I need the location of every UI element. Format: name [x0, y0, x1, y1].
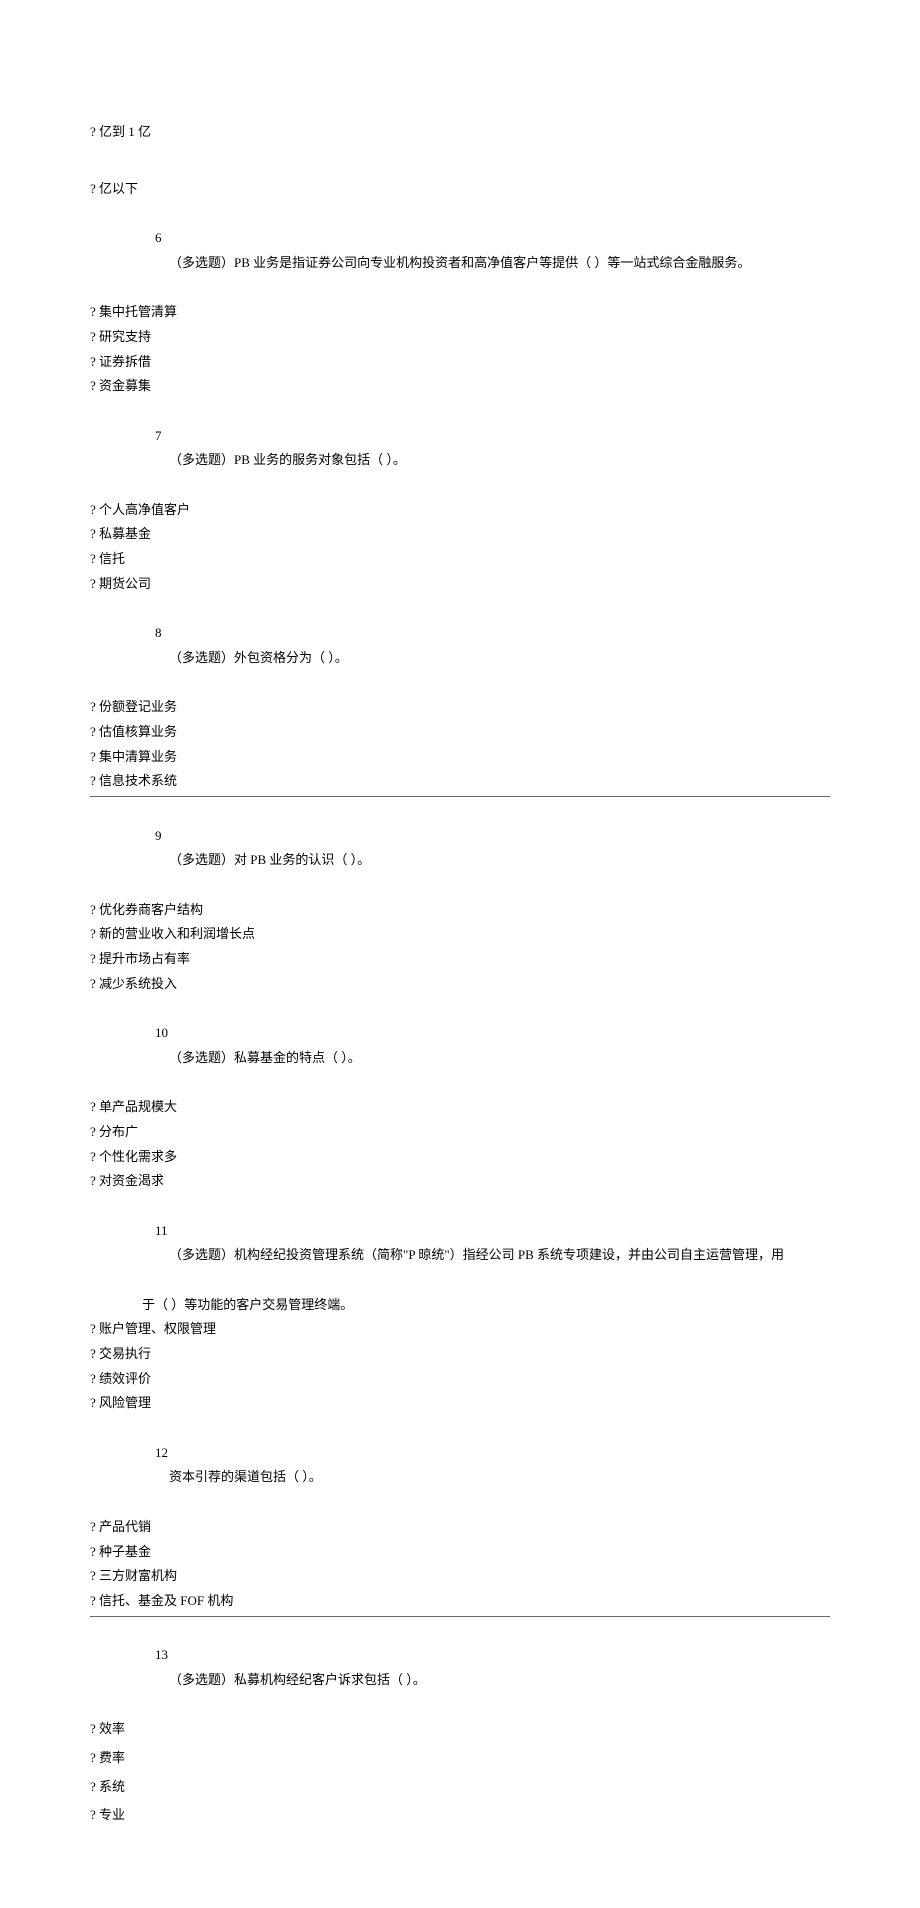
option: ? 新的营业收入和利润增长点: [90, 922, 830, 947]
option: ? 专业: [90, 1803, 830, 1828]
option: ? 费率: [90, 1746, 830, 1771]
option: ? 集中托管清算: [90, 300, 830, 325]
question-tag: （多选题）: [169, 1247, 234, 1262]
pre-option: ? 亿以下: [90, 177, 830, 202]
question-number: 13: [155, 1643, 175, 1668]
question-tag: （多选题）: [169, 452, 234, 467]
question-header: 13 （多选题）私募机构经纪客户诉求包括（ ）。: [90, 1619, 830, 1718]
question-header: 9 （多选题）对 PB 业务的认识（ ）。: [90, 799, 830, 898]
option: ? 信托、基金及 FOF 机构: [90, 1589, 830, 1614]
question-number: 6: [155, 226, 175, 251]
option: ? 研究支持: [90, 325, 830, 350]
question-number: 9: [155, 824, 175, 849]
option: ? 产品代销: [90, 1515, 830, 1540]
option: ? 分布广: [90, 1120, 830, 1145]
option: ? 优化券商客户结构: [90, 898, 830, 923]
option: ? 份额登记业务: [90, 695, 830, 720]
question-number: 11: [155, 1219, 175, 1244]
question-text-cont: 于（ ）等功能的客户交易管理终端。: [90, 1293, 830, 1318]
question-number: 10: [155, 1021, 175, 1046]
question-tag: （多选题）: [169, 255, 234, 270]
option: ? 证券拆借: [90, 350, 830, 375]
question-text: 私募基金的特点（ ）。: [234, 1050, 361, 1065]
option: ? 减少系统投入: [90, 972, 830, 997]
question-number: 8: [155, 621, 175, 646]
option: ? 风险管理: [90, 1391, 830, 1416]
option: ? 个性化需求多: [90, 1145, 830, 1170]
question-tag: （多选题）: [169, 852, 234, 867]
question-text: PB 业务的服务对象包括（ ）。: [234, 452, 406, 467]
question-text: PB 业务是指证券公司向专业机构投资者和高净值客户等提供（ ）等一站式综合金融服…: [234, 255, 750, 270]
question-header: 12 资本引荐的渠道包括（ ）。: [90, 1416, 830, 1515]
question-header: 7 （多选题）PB 业务的服务对象包括（ ）。: [90, 399, 830, 498]
option: ? 单产品规模大: [90, 1095, 830, 1120]
option: ? 个人高净值客户: [90, 498, 830, 523]
question-header: 8 （多选题）外包资格分为（ ）。: [90, 596, 830, 695]
option: ? 系统: [90, 1775, 830, 1800]
separator: [90, 1616, 830, 1617]
question-text: 资本引荐的渠道包括（ ）。: [169, 1469, 322, 1484]
question-text: 机构经纪投资管理系统（简称"P 晾统"）指经公司 PB 系统专项建设，并由公司自…: [234, 1247, 784, 1262]
question-header: 10 （多选题）私募基金的特点（ ）。: [90, 996, 830, 1095]
question-tag: （多选题）: [169, 650, 234, 665]
question-number: 7: [155, 424, 175, 449]
question-text: 对 PB 业务的认识（ ）。: [234, 852, 370, 867]
option: ? 资金募集: [90, 374, 830, 399]
question-text: 私募机构经纪客户诉求包括（ ）。: [234, 1672, 426, 1687]
option: ? 对资金渴求: [90, 1169, 830, 1194]
option: ? 信托: [90, 547, 830, 572]
option: ? 私募基金: [90, 522, 830, 547]
option: ? 信息技术系统: [90, 769, 830, 794]
document-page: ? 亿到 1 亿 ? 亿以下 6 （多选题）PB 业务是指证券公司向专业机构投资…: [0, 0, 920, 1908]
question-header: 11 （多选题）机构经纪投资管理系统（简称"P 晾统"）指经公司 PB 系统专项…: [90, 1194, 830, 1293]
option: ? 效率: [90, 1717, 830, 1742]
question-header: 6 （多选题）PB 业务是指证券公司向专业机构投资者和高净值客户等提供（ ）等一…: [90, 201, 830, 300]
option: ? 三方财富机构: [90, 1564, 830, 1589]
question-text: 外包资格分为（ ）。: [234, 650, 348, 665]
option: ? 交易执行: [90, 1342, 830, 1367]
option: ? 期货公司: [90, 572, 830, 597]
question-tag: （多选题）: [169, 1050, 234, 1065]
question-number: 12: [155, 1441, 175, 1466]
option: ? 账户管理、权限管理: [90, 1317, 830, 1342]
pre-option: ? 亿到 1 亿: [90, 120, 830, 145]
option: ? 种子基金: [90, 1540, 830, 1565]
option: ? 集中清算业务: [90, 745, 830, 770]
option: ? 绩效评价: [90, 1367, 830, 1392]
question-tag: （多选题）: [169, 1672, 234, 1687]
separator: [90, 796, 830, 797]
option: ? 提升市场占有率: [90, 947, 830, 972]
option: ? 估值核算业务: [90, 720, 830, 745]
